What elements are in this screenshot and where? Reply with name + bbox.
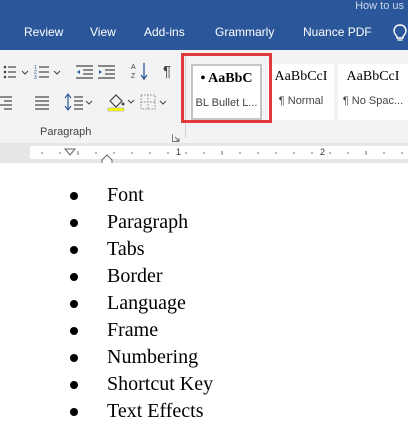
list-item-text: Numbering [107, 346, 199, 368]
list-item-text: Tabs [107, 238, 145, 260]
bullet-icon [70, 327, 78, 335]
window-title: How to us [355, 0, 404, 12]
increase-indent-icon[interactable] [97, 63, 117, 81]
ribbon-home-panel: 1 2 3 A Z ¶ Paragraph • AaBbC BL Bullet … [0, 50, 408, 144]
style-sample: • AaBbC [200, 71, 253, 86]
ruler-mark-2: 2 [320, 147, 326, 157]
ruler-mark-1: 1 [176, 147, 182, 157]
bullet-icon [70, 219, 78, 227]
list-item-text: Border [107, 265, 163, 287]
decrease-indent-icon[interactable] [75, 63, 95, 81]
bullet-icon [70, 381, 78, 389]
list-item-text: Paragraph [107, 211, 189, 233]
bullets-icon[interactable] [2, 63, 30, 81]
sort-icon[interactable]: A Z [130, 61, 150, 81]
align-right-icon[interactable] [0, 93, 14, 111]
tab-review[interactable]: Review [24, 25, 63, 39]
style-sample: AaBbCcI [274, 69, 328, 84]
document-page[interactable]: Font Paragraph Tabs Border Language Fram… [0, 163, 408, 436]
bullet-icon [70, 192, 78, 200]
svg-text:3: 3 [34, 75, 37, 81]
title-bar: How to us Review View Add-ins Grammarly … [0, 0, 408, 50]
ribbon-tabs: Review View Add-ins Grammarly Nuance PDF [0, 22, 408, 46]
numbering-icon[interactable]: 1 2 3 [33, 63, 63, 81]
svg-text:Z: Z [131, 73, 136, 80]
shading-icon[interactable] [106, 92, 136, 112]
lightbulb-icon[interactable] [393, 24, 407, 47]
tab-grammarly[interactable]: Grammarly [215, 25, 274, 39]
bullet-icon [70, 354, 78, 362]
list-item-text: Shortcut Key [107, 373, 214, 395]
list-item-text: Language [107, 292, 186, 314]
list-item-text: Font [107, 184, 144, 206]
svg-text:¶: ¶ [163, 63, 171, 80]
borders-icon[interactable] [140, 93, 168, 111]
style-no-spacing[interactable]: AaBbCcI ¶ No Spac... [338, 64, 408, 120]
svg-text:A: A [131, 64, 136, 71]
bullet-icon [70, 246, 78, 254]
style-normal[interactable]: AaBbCcI ¶ Normal [268, 64, 334, 120]
first-line-indent-marker-icon[interactable] [63, 143, 77, 161]
style-name: ¶ Normal [278, 95, 324, 107]
tab-add-ins[interactable]: Add-ins [144, 25, 185, 39]
style-name: ¶ No Spac... [342, 95, 404, 107]
paragraph-group-label: Paragraph [40, 126, 92, 138]
style-sample: AaBbCcI [346, 69, 400, 84]
style-name: BL Bullet L... [195, 97, 258, 109]
bullet-icon [70, 408, 78, 416]
bullet-icon [70, 273, 78, 281]
style-bl-bullet[interactable]: • AaBbC BL Bullet L... [191, 64, 262, 120]
show-marks-icon[interactable]: ¶ [162, 62, 176, 80]
justify-icon[interactable] [34, 93, 50, 111]
tab-view[interactable]: View [90, 25, 116, 39]
line-spacing-icon[interactable] [64, 93, 94, 111]
horizontal-ruler[interactable] [30, 146, 408, 159]
group-divider [185, 56, 186, 138]
list-item-text: Text Effects [107, 400, 204, 422]
bullet-icon [70, 300, 78, 308]
list-item-text: Frame [107, 319, 159, 341]
tab-nuance-pdf[interactable]: Nuance PDF [303, 25, 372, 39]
